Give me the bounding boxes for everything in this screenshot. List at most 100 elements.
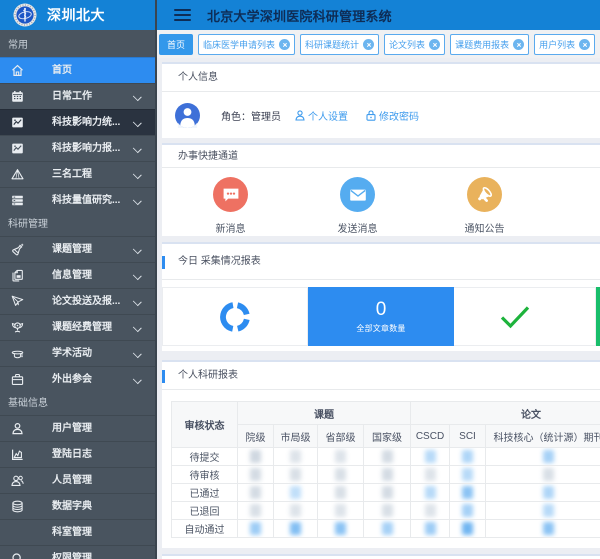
- panel-personal-research-report: 个人科研报表 审核状态课题论文院级市局级省部级国家级CSCDSCI科技核心（统计…: [162, 360, 600, 548]
- tab[interactable]: 首页: [159, 34, 193, 55]
- tab[interactable]: 临床医学申请列表: [198, 34, 295, 55]
- app: 深圳北大 常用首页日常工作科技影响力统...科技影响力报...三名工程科技量值研…: [0, 0, 600, 559]
- calendar-icon: [11, 90, 24, 103]
- blurred-value-cell: [450, 520, 486, 538]
- stat-cell-total: 0 全部文章数量: [308, 287, 454, 346]
- sidebar-item[interactable]: 科室管理: [0, 519, 155, 545]
- chevron-down-icon: [133, 323, 142, 332]
- tab[interactable]: 用户列表: [534, 34, 595, 55]
- blurred-value: [543, 450, 554, 463]
- blurred-value-cell: [238, 448, 274, 466]
- blurred-value-cell: [450, 484, 486, 502]
- sidebar-item[interactable]: 登陆日志: [0, 441, 155, 467]
- tab-close-icon[interactable]: [513, 39, 524, 50]
- menu-section-label: 科研管理: [0, 213, 155, 236]
- role-label: 角色：: [221, 108, 251, 123]
- sidebar-item[interactable]: 三名工程: [0, 161, 155, 187]
- blurred-value-cell: [364, 520, 411, 538]
- sidebar-item[interactable]: 信息管理: [0, 262, 155, 288]
- col-header: CSCD: [411, 425, 450, 448]
- sidebar-item-label: 科技影响力报...: [52, 136, 120, 162]
- sidebar-item[interactable]: 论文投送及报...: [0, 288, 155, 314]
- col-header: SCI: [450, 425, 486, 448]
- tab[interactable]: 科研课题统计: [300, 34, 379, 55]
- home-icon: [11, 64, 24, 77]
- content: 个人信息 角色： 管理员 个人设置 修改密码 办事快捷通道: [157, 58, 600, 559]
- tab-label: 课题费用报表: [455, 38, 509, 51]
- change-password-link[interactable]: 修改密码: [366, 108, 419, 123]
- sidebar-item-label: 论文投送及报...: [52, 289, 120, 315]
- tab-close-icon[interactable]: [429, 39, 440, 50]
- tab-label: 首页: [167, 38, 185, 51]
- shortcut-item[interactable]: 通知公告: [421, 177, 548, 236]
- blurred-value: [335, 450, 346, 463]
- shortcut-item[interactable]: 发送消息: [294, 177, 421, 236]
- blurred-value-cell: [318, 466, 364, 484]
- stat-label: 全部文章数量: [356, 323, 405, 334]
- sidebar-item[interactable]: 用户管理: [0, 415, 155, 441]
- blurred-value-cell: [238, 484, 274, 502]
- row-header: 待提交: [172, 448, 238, 466]
- message-icon: [213, 177, 248, 212]
- blurred-value-cell: [411, 520, 450, 538]
- blurred-value: [382, 450, 393, 463]
- blurred-value: [543, 522, 554, 535]
- donut-chart-icon: [219, 301, 251, 333]
- shortcut-row: 新消息发送消息通知公告: [162, 168, 600, 236]
- blurred-value: [382, 486, 393, 499]
- magnifier-icon: [11, 552, 24, 559]
- blurred-value: [543, 504, 554, 517]
- panel-title: 个人科研报表: [162, 362, 600, 390]
- chart-line-icon: [11, 142, 24, 155]
- blurred-value-cell: [450, 466, 486, 484]
- tab-label: 临床医学申请列表: [203, 38, 275, 51]
- tab[interactable]: 论文列表: [384, 34, 445, 55]
- col-header-status: 审核状态: [172, 402, 238, 448]
- row-header: 待审核: [172, 466, 238, 484]
- blurred-value: [462, 486, 473, 499]
- sidebar-item[interactable]: 首页: [0, 57, 155, 83]
- sidebar-item[interactable]: 课题管理: [0, 236, 155, 262]
- sidebar-item[interactable]: 科技影响力报...: [0, 135, 155, 161]
- sidebar-item[interactable]: 外出参会: [0, 366, 155, 392]
- user-icon: [11, 422, 24, 435]
- sidebar-item-label: 课题管理: [52, 237, 92, 263]
- shortcut-item[interactable]: 新消息: [167, 177, 294, 236]
- blurred-value: [462, 450, 473, 463]
- blurred-value: [335, 468, 346, 481]
- blurred-value: [250, 468, 261, 481]
- tab[interactable]: 课题费用报表: [450, 34, 529, 55]
- sidebar-item[interactable]: 科技影响力统...: [0, 109, 155, 135]
- sidebar-item[interactable]: 数据字典: [0, 493, 155, 519]
- sidebar-item-label: 科技影响力统...: [52, 110, 120, 136]
- sidebar-item-label: 日常工作: [52, 84, 92, 110]
- sidebar-item[interactable]: 权限管理: [0, 545, 155, 559]
- blurred-value-cell: [364, 502, 411, 520]
- stat-cell-green: [596, 287, 600, 346]
- next-panel-edge: [162, 554, 600, 559]
- sidebar-item-label: 登陆日志: [52, 442, 92, 468]
- mail-icon: [340, 177, 375, 212]
- blurred-value: [335, 504, 346, 517]
- tab-close-icon[interactable]: [363, 39, 374, 50]
- blurred-value: [250, 522, 261, 535]
- avatar: [175, 103, 200, 128]
- paper-plane-icon: [11, 295, 24, 308]
- topbar: 北京大学深圳医院科研管理系统: [157, 0, 600, 30]
- tab-close-icon[interactable]: [579, 39, 590, 50]
- blurred-value: [250, 504, 261, 517]
- tab-close-icon[interactable]: [279, 39, 290, 50]
- sidebar-item-label: 人员管理: [52, 468, 92, 494]
- blurred-value-cell: [486, 448, 600, 466]
- blurred-value-cell: [238, 466, 274, 484]
- personal-settings-link[interactable]: 个人设置: [295, 108, 348, 123]
- sidebar-item[interactable]: 日常工作: [0, 83, 155, 109]
- hamburger-menu-icon[interactable]: [174, 9, 191, 21]
- sidebar-item[interactable]: 人员管理: [0, 467, 155, 493]
- sidebar-item-label: 三名工程: [52, 162, 92, 188]
- sidebar-item[interactable]: 学术活动: [0, 340, 155, 366]
- chevron-down-icon: [133, 297, 142, 306]
- sidebar-item-label: 学术活动: [52, 341, 92, 367]
- sidebar-item[interactable]: 课题经费管理: [0, 314, 155, 340]
- sidebar-item[interactable]: 科技量值研究...: [0, 187, 155, 213]
